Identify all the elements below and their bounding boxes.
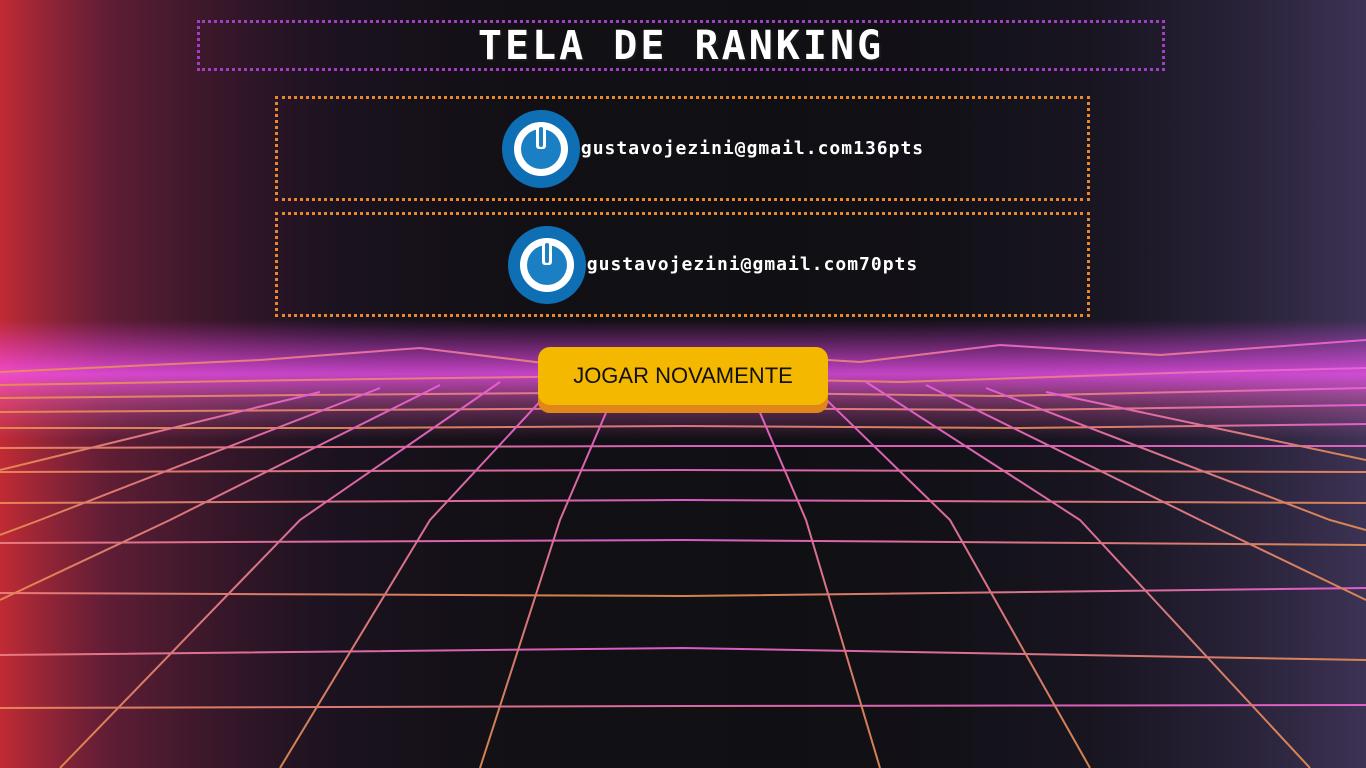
ranking-score: 136pts — [853, 138, 925, 159]
title-banner: TELA DE RANKING — [197, 20, 1165, 71]
power-icon — [501, 109, 580, 188]
ranking-entry: gustavojezini@gmail.com 70pts — [275, 212, 1090, 317]
play-again-button[interactable]: JOGAR NOVAMENTE — [538, 347, 828, 413]
ranking-email: gustavojezini@gmail.com — [586, 254, 860, 275]
ranking-entry-content: gustavojezini@gmail.com 136pts — [501, 109, 924, 189]
ranking-email: gustavojezini@gmail.com — [580, 138, 854, 159]
ranking-screen: TELA DE RANKING gustavojezini@gmail.com 1… — [0, 0, 1366, 768]
page-title: TELA DE RANKING — [477, 22, 885, 69]
power-icon — [507, 225, 586, 304]
ranking-entry-content: gustavojezini@gmail.com 70pts — [507, 225, 918, 305]
ranking-entry: gustavojezini@gmail.com 136pts — [275, 96, 1090, 201]
ranking-score: 70pts — [859, 254, 919, 275]
